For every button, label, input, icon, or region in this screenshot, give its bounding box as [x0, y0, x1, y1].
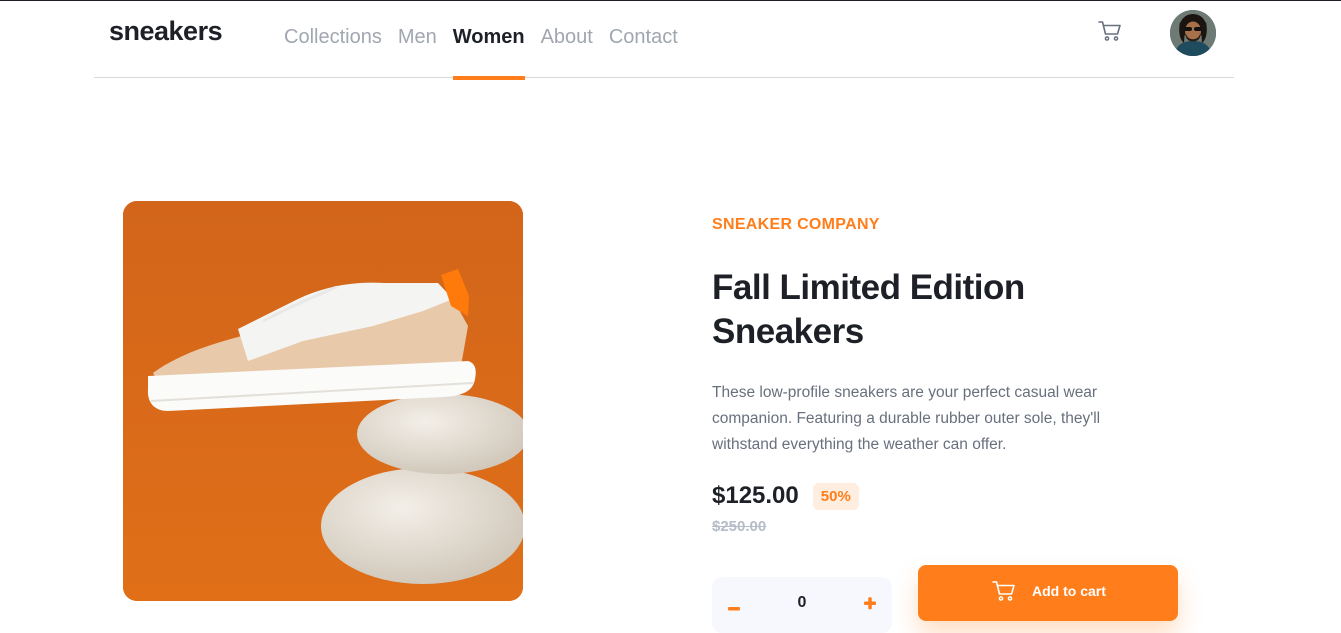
logo[interactable]: sneakers — [109, 16, 223, 47]
current-price: $125.00 — [712, 482, 799, 509]
quantity-stepper — [712, 577, 892, 633]
nav-item-about[interactable]: About — [541, 0, 593, 77]
site-header: sneakers Collections Men Women About Con… — [94, 0, 1234, 80]
nav-item-contact[interactable]: Contact — [609, 0, 678, 77]
cart-icon — [992, 581, 1015, 601]
cart-button[interactable] — [1098, 20, 1122, 42]
nav-item-men[interactable]: Men — [398, 0, 437, 77]
product-description: These low-profile sneakers are your perf… — [712, 384, 1101, 453]
minus-icon — [728, 607, 740, 611]
plus-icon — [864, 597, 876, 610]
price-row: $125.00 50% — [712, 482, 1182, 510]
product-title: Fall Limited Edition Sneakers — [712, 268, 1025, 351]
cart-icon — [1098, 21, 1121, 41]
quantity-input[interactable] — [782, 594, 822, 612]
decrease-quantity-button[interactable] — [720, 591, 748, 619]
increase-quantity-button[interactable] — [856, 591, 884, 619]
main-nav: Collections Men Women About Contact — [284, 0, 694, 80]
discount-badge: 50% — [812, 482, 859, 510]
avatar[interactable] — [1170, 10, 1216, 56]
nav-item-collections[interactable]: Collections — [284, 0, 382, 77]
company-label: SNEAKER COMPANY — [712, 216, 880, 233]
add-to-cart-button[interactable]: Add to cart — [918, 565, 1178, 621]
product-info: SNEAKER COMPANY Fall Limited Edition Sne… — [712, 216, 1182, 535]
product-image[interactable] — [123, 201, 523, 601]
nav-item-women[interactable]: Women — [452, 0, 525, 80]
add-to-cart-label: Add to cart — [1032, 583, 1106, 599]
original-price: $250.00 — [712, 518, 767, 535]
